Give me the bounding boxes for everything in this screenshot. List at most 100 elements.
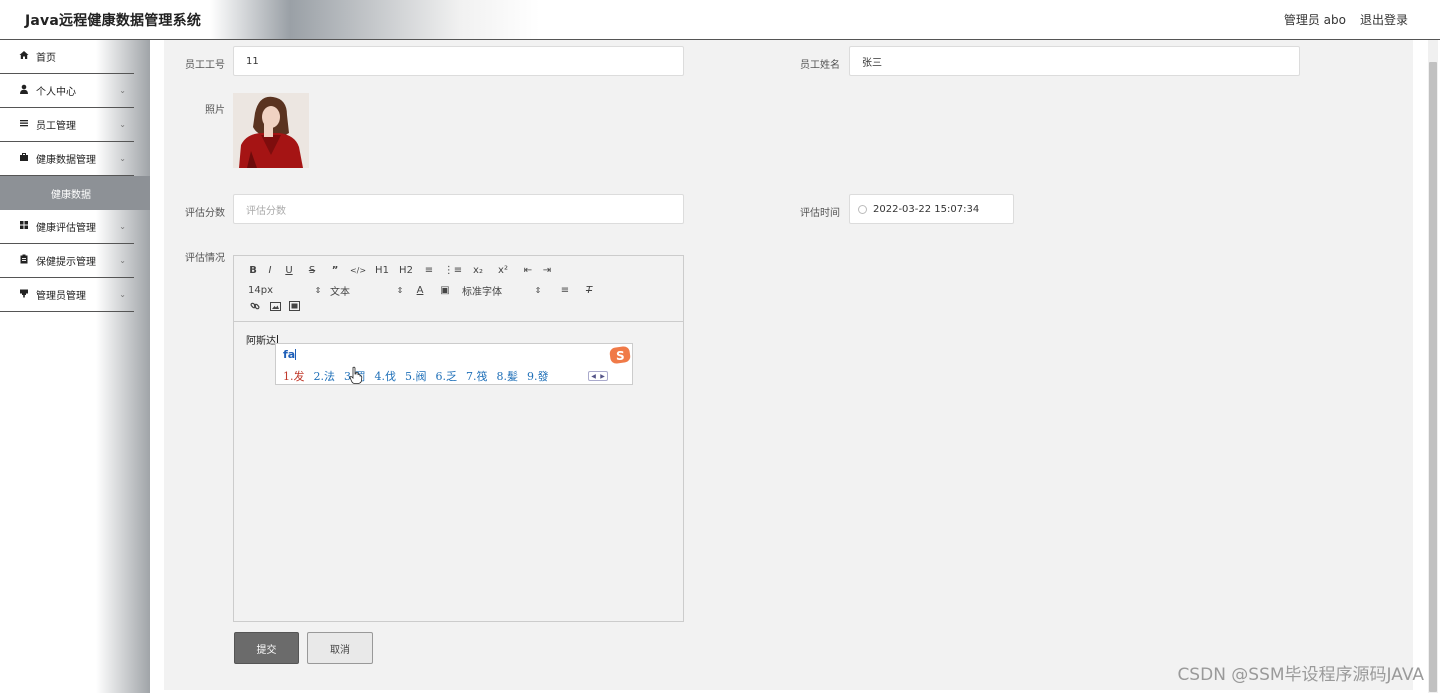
link-icon[interactable]: [246, 301, 264, 314]
outdent-icon[interactable]: ⇤: [518, 265, 538, 276]
sidebar-item-employees[interactable]: 员工管理 ⌄: [0, 108, 134, 142]
time-label: 评估时间: [800, 208, 840, 219]
clear-format-icon[interactable]: T: [580, 285, 598, 296]
chevron-down-icon: ⌄: [119, 256, 126, 265]
vertical-scrollbar[interactable]: [1428, 40, 1438, 693]
font-size-select[interactable]: 14px: [246, 285, 306, 296]
header-user-area: 管理员 abo 退出登录: [1284, 11, 1408, 28]
sidebar-item-label: 健康数据管理: [36, 155, 96, 166]
bold-icon[interactable]: B: [246, 265, 260, 276]
briefcase-icon: [18, 152, 30, 165]
hand-cursor-icon: [349, 366, 363, 387]
font-color-icon[interactable]: A: [412, 285, 428, 296]
align-icon[interactable]: ≡: [550, 285, 580, 296]
sidebar-item-health-data[interactable]: 健康数据管理 ⌄: [0, 142, 134, 176]
select-arrow-icon: ⇕: [534, 286, 542, 295]
font-family-select[interactable]: 标准字体: [462, 283, 526, 298]
chevron-down-icon: ⌄: [119, 86, 126, 95]
emp-id-label: 员工工号: [185, 60, 225, 71]
scrollbar-thumb[interactable]: [1429, 62, 1437, 692]
sidebar-item-admins[interactable]: 管理员管理 ⌄: [0, 278, 134, 312]
sidebar-item-label: 管理员管理: [36, 291, 86, 302]
user-icon: [18, 84, 30, 97]
text-type-select[interactable]: 文本: [330, 283, 388, 298]
list-icon: [18, 118, 30, 131]
top-header: Java远程健康数据管理系统 管理员 abo 退出登录: [0, 0, 1440, 40]
ime-candidate[interactable]: 7.筏: [466, 368, 488, 384]
submit-button[interactable]: 提交: [234, 632, 299, 664]
clipboard-icon: [18, 254, 30, 267]
logout-link[interactable]: 退出登录: [1360, 11, 1408, 28]
ime-pager-icon[interactable]: ◀ ▶: [588, 371, 608, 381]
italic-icon[interactable]: I: [260, 265, 280, 276]
chevron-down-icon: ⌄: [119, 222, 126, 231]
ime-candidate[interactable]: 5.阀: [405, 368, 427, 384]
underline-icon[interactable]: U: [280, 265, 298, 276]
chevron-up-icon: ⌄: [119, 154, 126, 163]
sidebar-item-profile[interactable]: 个人中心 ⌄: [0, 74, 134, 108]
score-input[interactable]: 评估分数: [233, 194, 684, 224]
ime-candidate[interactable]: 8.髪: [497, 368, 519, 384]
sidebar-item-label: 员工管理: [36, 121, 76, 132]
emp-id-field[interactable]: 11: [233, 46, 684, 76]
emp-name-field[interactable]: 张三: [849, 46, 1300, 76]
photo-label: 照片: [205, 105, 225, 116]
sidebar-item-label: 首页: [36, 53, 56, 64]
bullet-list-icon[interactable]: ⋮≡: [438, 265, 468, 276]
ime-candidate[interactable]: 6.乏: [436, 368, 458, 384]
ime-candidate[interactable]: 9.發: [527, 368, 549, 384]
clock-icon: [858, 204, 867, 214]
watermark: CSDN @SSM毕设程序源码JAVA: [1177, 665, 1424, 685]
ime-candidates: 1.发 2.法 3.罚 4.伐 5.阀 6.乏 7.筏 8.髪 9.發: [283, 368, 549, 384]
sidebar-subitem-health-data[interactable]: 健康数据: [0, 176, 150, 210]
select-arrow-icon: ⇕: [396, 286, 404, 295]
grid-icon: [18, 220, 30, 233]
employee-photo[interactable]: [233, 93, 309, 168]
chevron-down-icon: ⌄: [119, 120, 126, 129]
ime-composition: fa: [283, 348, 297, 361]
code-icon[interactable]: </>: [344, 266, 372, 275]
score-label: 评估分数: [185, 208, 225, 219]
sidebar-item-label: 保健提示管理: [36, 257, 96, 268]
ime-candidate[interactable]: 4.伐: [375, 368, 397, 384]
desc-label: 评估情况: [185, 253, 225, 264]
select-arrow-icon: ⇕: [314, 286, 322, 295]
chevron-down-icon: ⌄: [119, 290, 126, 299]
ime-candidate[interactable]: 1.发: [283, 368, 305, 384]
rich-text-editor[interactable]: B I U S ” </> H1 H2 ≡ ⋮≡ x₂ x² ⇤ ⇥ 14px …: [233, 255, 684, 622]
app-title: Java远程健康数据管理系统: [25, 13, 202, 29]
time-picker[interactable]: 2022-03-22 15:07:34: [849, 194, 1014, 224]
editor-toolbar: B I U S ” </> H1 H2 ≡ ⋮≡ x₂ x² ⇤ ⇥ 14px …: [234, 256, 683, 322]
quote-icon[interactable]: ”: [326, 265, 344, 276]
ime-candidate-window: fa S 1.发 2.法 3.罚 4.伐 5.阀 6.乏 7.筏 8.髪 9.發…: [275, 343, 633, 385]
toolbar-row-2: 14px ⇕ 文本 ⇕ A ▣ 标准字体 ⇕ ≡ T: [246, 283, 598, 298]
editor-content[interactable]: 阿斯达: [246, 332, 278, 347]
superscript-icon[interactable]: x²: [488, 265, 518, 276]
toolbar-row-3: [246, 301, 302, 314]
indent-icon[interactable]: ⇥: [538, 265, 556, 276]
current-user: 管理员 abo: [1283, 13, 1346, 27]
sidebar-item-label: 个人中心: [36, 87, 76, 98]
sogou-logo-icon: S: [608, 344, 632, 366]
cancel-button[interactable]: 取消: [307, 632, 373, 664]
video-icon[interactable]: [286, 301, 302, 314]
sidebar-item-home[interactable]: 首页: [0, 40, 134, 74]
sidebar-item-health-tips[interactable]: 保健提示管理 ⌄: [0, 244, 134, 278]
sidebar: 首页 个人中心 ⌄ 员工管理 ⌄ 健康数据管理 ⌄ 健康数据 健康评估管理 ⌄ …: [0, 40, 150, 693]
heading2-button[interactable]: H2: [392, 265, 420, 276]
emp-name-label: 员工姓名: [800, 60, 840, 71]
background-color-icon[interactable]: ▣: [428, 285, 462, 296]
ime-candidate[interactable]: 2.法: [314, 368, 336, 384]
toolbar-row-1: B I U S ” </> H1 H2 ≡ ⋮≡ x₂ x² ⇤ ⇥: [246, 265, 556, 276]
time-value: 2022-03-22 15:07:34: [873, 203, 980, 215]
sidebar-item-label: 健康评估管理: [36, 223, 96, 234]
sidebar-item-assessment[interactable]: 健康评估管理 ⌄: [0, 210, 134, 244]
heading1-button[interactable]: H1: [372, 265, 392, 276]
image-icon[interactable]: [264, 301, 286, 314]
subscript-icon[interactable]: x₂: [468, 265, 488, 276]
ordered-list-icon[interactable]: ≡: [420, 265, 438, 276]
tag-icon: [18, 288, 30, 301]
strikethrough-icon[interactable]: S: [298, 265, 326, 276]
svg-text:S: S: [616, 349, 625, 363]
home-icon: [18, 50, 30, 63]
